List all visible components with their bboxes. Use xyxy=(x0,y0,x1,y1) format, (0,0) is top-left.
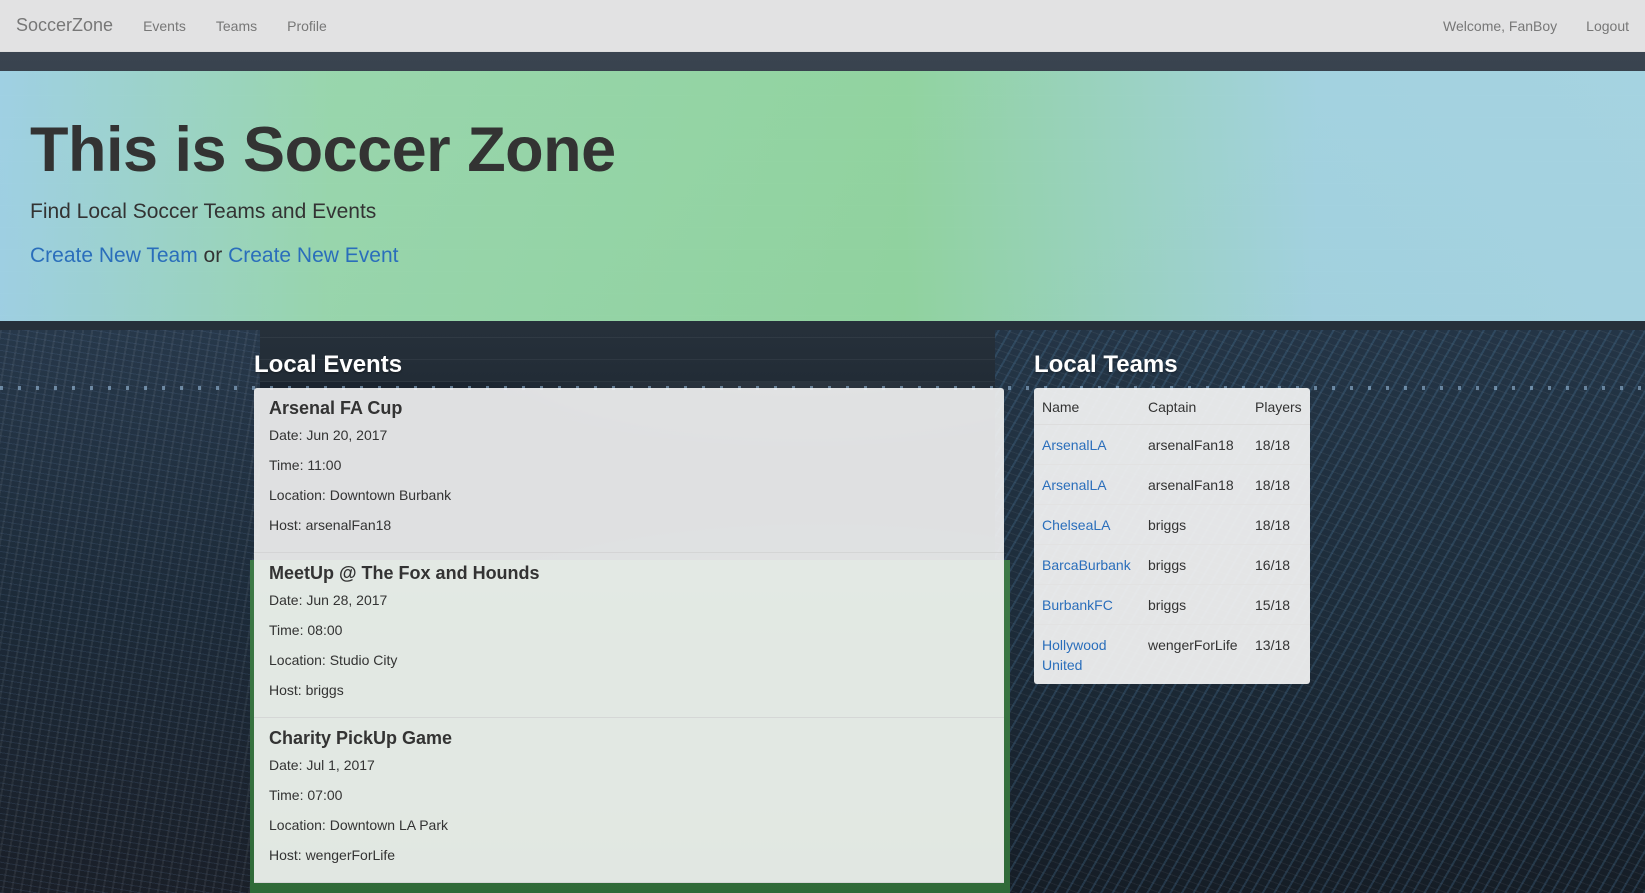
column-header-name: Name xyxy=(1034,388,1140,425)
events-list: Arsenal FA Cup Date: Jun 20, 2017 Time: … xyxy=(254,388,1004,883)
nav-events[interactable]: Events xyxy=(143,18,186,34)
team-link[interactable]: ArsenalLA xyxy=(1042,477,1107,493)
team-players: 15/18 xyxy=(1247,584,1310,625)
team-name-cell: BarcaBurbank xyxy=(1034,544,1140,585)
event-name[interactable]: Charity PickUp Game xyxy=(269,728,989,749)
team-name-cell: BurbankFC xyxy=(1034,584,1140,625)
table-row: Hollywood United wengerForLife 13/18 xyxy=(1034,624,1310,684)
create-team-link[interactable]: Create New Team xyxy=(30,244,198,267)
event-time: Time: 07:00 xyxy=(269,787,343,803)
team-captain: wengerForLife xyxy=(1140,624,1247,684)
event-date: Date: Jul 1, 2017 xyxy=(269,757,375,773)
team-name-cell: Hollywood United xyxy=(1034,624,1140,684)
event-host: Host: briggs xyxy=(269,682,344,698)
table-row: ArsenalLA arsenalFan18 18/18 xyxy=(1034,424,1310,465)
team-captain: briggs xyxy=(1140,544,1247,585)
event-time: Time: 11:00 xyxy=(269,457,342,473)
nav-teams[interactable]: Teams xyxy=(216,18,257,34)
navbar: SoccerZone Events Teams Profile Welcome,… xyxy=(0,0,1645,52)
event-card: Arsenal FA Cup Date: Jun 20, 2017 Time: … xyxy=(254,388,1004,553)
events-column: Local Events Arsenal FA Cup Date: Jun 20… xyxy=(254,348,1004,883)
team-players: 18/18 xyxy=(1247,424,1310,465)
team-captain: arsenalFan18 xyxy=(1140,424,1247,465)
jumbotron: This is Soccer Zone Find Local Soccer Te… xyxy=(0,71,1645,321)
table-row: ArsenalLA arsenalFan18 18/18 xyxy=(1034,464,1310,505)
team-captain: briggs xyxy=(1140,584,1247,625)
team-name-cell: ArsenalLA xyxy=(1034,424,1140,465)
table-row: ChelseaLA briggs 18/18 xyxy=(1034,504,1310,545)
logout-link[interactable]: Logout xyxy=(1586,18,1629,34)
create-links: Create New Team or Create New Event xyxy=(30,244,1615,268)
team-link[interactable]: ArsenalLA xyxy=(1042,437,1107,453)
nav-left: SoccerZone Events Teams Profile xyxy=(16,15,357,36)
nav-right: Welcome, FanBoy Logout xyxy=(1414,18,1629,34)
team-link[interactable]: BurbankFC xyxy=(1042,597,1113,613)
event-card: Charity PickUp Game Date: Jul 1, 2017 Ti… xyxy=(254,718,1004,883)
event-location: Location: Downtown Burbank xyxy=(269,487,452,503)
column-header-players: Players xyxy=(1247,388,1310,425)
teams-heading: Local Teams xyxy=(1034,351,1178,378)
event-location: Location: Studio City xyxy=(269,652,398,668)
brand-link[interactable]: SoccerZone xyxy=(16,15,113,36)
welcome-link[interactable]: Welcome, FanBoy xyxy=(1443,18,1557,34)
team-players: 13/18 xyxy=(1247,624,1310,684)
team-players: 16/18 xyxy=(1247,544,1310,585)
team-captain: briggs xyxy=(1140,504,1247,545)
event-time: Time: 08:00 xyxy=(269,622,343,638)
event-host: Host: arsenalFan18 xyxy=(269,517,392,533)
page-title: This is Soccer Zone xyxy=(30,115,616,185)
event-location: Location: Downtown LA Park xyxy=(269,817,448,833)
event-date: Date: Jun 20, 2017 xyxy=(269,427,388,443)
table-row: BarcaBurbank briggs 16/18 xyxy=(1034,544,1310,585)
nav-profile[interactable]: Profile xyxy=(287,18,327,34)
event-host: Host: wengerForLife xyxy=(269,847,396,863)
table-row: BurbankFC briggs 15/18 xyxy=(1034,584,1310,625)
event-name[interactable]: Arsenal FA Cup xyxy=(269,398,989,419)
team-link[interactable]: BarcaBurbank xyxy=(1042,557,1131,573)
team-link[interactable]: Hollywood United xyxy=(1042,637,1107,673)
page-subtitle: Find Local Soccer Teams and Events xyxy=(30,200,377,223)
team-players: 18/18 xyxy=(1247,464,1310,505)
table-header-row: Name Captain Players xyxy=(1034,388,1310,425)
event-date: Date: Jun 28, 2017 xyxy=(269,592,388,608)
team-captain: arsenalFan18 xyxy=(1140,464,1247,505)
event-name[interactable]: MeetUp @ The Fox and Hounds xyxy=(269,563,989,584)
stands-left xyxy=(0,330,260,893)
column-header-captain: Captain xyxy=(1140,388,1247,425)
events-heading: Local Events xyxy=(254,351,403,378)
team-name-cell: ChelseaLA xyxy=(1034,504,1140,545)
teams-table: Name Captain Players ArsenalLA arsenalFa… xyxy=(1034,388,1310,684)
team-name-cell: ArsenalLA xyxy=(1034,464,1140,505)
team-link[interactable]: ChelseaLA xyxy=(1042,517,1111,533)
create-event-link[interactable]: Create New Event xyxy=(228,244,398,267)
or-text: or xyxy=(203,244,223,267)
team-players: 18/18 xyxy=(1247,504,1310,545)
event-card: MeetUp @ The Fox and Hounds Date: Jun 28… xyxy=(254,553,1004,718)
teams-column: Local Teams Name Captain Players Arsenal… xyxy=(1034,348,1314,684)
